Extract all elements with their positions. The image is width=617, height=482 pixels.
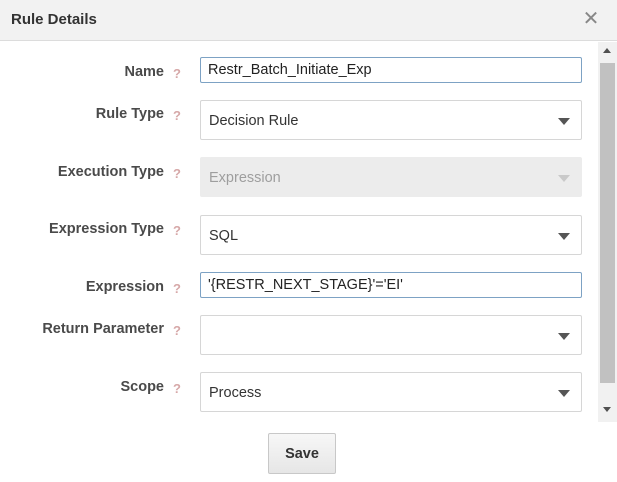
rule-type-select[interactable]: Decision Rule bbox=[200, 100, 582, 140]
chevron-down-icon bbox=[558, 175, 570, 182]
rule-type-value: Decision Rule bbox=[209, 113, 299, 129]
chevron-down-icon bbox=[558, 118, 570, 125]
expression-input[interactable] bbox=[200, 272, 582, 298]
scope-select[interactable]: Process bbox=[200, 372, 582, 412]
help-icon[interactable]: ? bbox=[171, 166, 183, 181]
help-icon[interactable]: ? bbox=[171, 108, 183, 123]
close-icon[interactable]: ✕ bbox=[581, 9, 601, 29]
help-icon[interactable]: ? bbox=[171, 323, 183, 338]
rule-details-dialog: Rule Details ✕ Name ? Rule Type ? Decisi… bbox=[0, 0, 617, 482]
expression-type-select[interactable]: SQL bbox=[200, 215, 582, 255]
help-icon[interactable]: ? bbox=[171, 281, 183, 296]
save-button[interactable]: Save bbox=[268, 433, 336, 474]
chevron-down-icon bbox=[558, 233, 570, 240]
rule-type-label: Rule Type bbox=[95, 106, 164, 122]
chevron-down-icon bbox=[558, 390, 570, 397]
dialog-title: Rule Details bbox=[11, 11, 97, 28]
name-label: Name bbox=[124, 64, 165, 80]
dialog-footer: Save bbox=[0, 422, 617, 482]
scroll-down-icon[interactable] bbox=[603, 407, 611, 412]
expression-label: Expression bbox=[85, 279, 164, 295]
expression-type-value: SQL bbox=[209, 228, 239, 244]
scope-label: Scope bbox=[120, 379, 164, 395]
help-icon[interactable]: ? bbox=[171, 223, 183, 238]
return-parameter-label: Return Parameter bbox=[42, 321, 164, 337]
dialog-body: Name ? Rule Type ? Decision Rule Executi… bbox=[0, 42, 598, 422]
execution-type-value: Expression bbox=[209, 170, 281, 186]
name-input[interactable] bbox=[200, 57, 582, 83]
vertical-scrollbar[interactable] bbox=[598, 42, 617, 422]
expression-type-label: Expression Type bbox=[49, 221, 164, 237]
dialog-header: Rule Details ✕ bbox=[0, 0, 617, 41]
return-parameter-select[interactable] bbox=[200, 315, 582, 355]
help-icon[interactable]: ? bbox=[171, 66, 183, 81]
help-icon[interactable]: ? bbox=[171, 381, 183, 396]
scope-value: Process bbox=[209, 385, 262, 401]
scrollbar-thumb[interactable] bbox=[600, 63, 615, 383]
execution-type-select: Expression bbox=[200, 157, 582, 197]
execution-type-label: Execution Type bbox=[57, 164, 164, 180]
chevron-down-icon bbox=[558, 333, 570, 340]
scroll-up-icon[interactable] bbox=[603, 48, 611, 53]
